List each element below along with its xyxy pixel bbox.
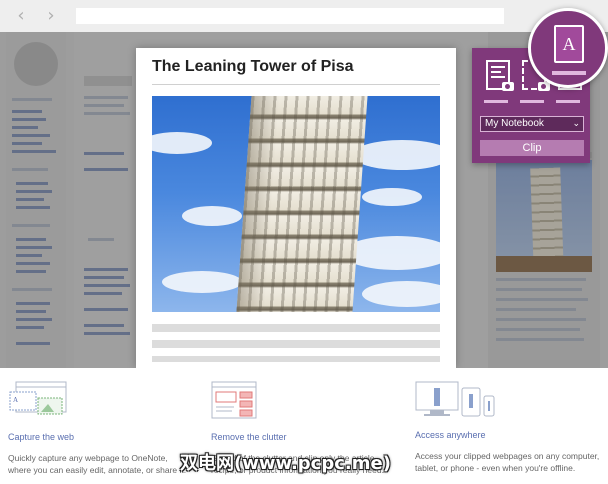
feature-desc-line: Quickly capture any webpage to OneNote, [8,453,168,463]
notebook-select[interactable]: My Notebook ⌄ [480,116,584,132]
watermark-text: 双电网(www.pcpc.me) [180,453,391,474]
feature-desc-line: Access your clipped webpages on any comp… [415,451,600,461]
tower-shape [236,96,368,312]
notebook-icon: A [554,25,584,63]
chevron-right-icon[interactable]: › [42,7,60,25]
svg-text:A: A [13,396,18,404]
placeholder-text-line [152,340,440,348]
clip-preview-title: The Leaning Tower of Pisa [152,58,354,75]
camera-icon [538,82,550,91]
capture-web-icon: A [9,381,67,415]
clip-preview-card: The Leaning Tower of Pisa [136,48,456,368]
clip-button[interactable]: Clip [480,140,584,156]
feature-desc-line: tablet, or phone - even when you're offl… [415,463,576,473]
devices-icon [415,381,495,417]
placeholder-text-line [152,324,440,332]
browser-toolbar: ‹ › [0,0,608,32]
chevron-left-icon[interactable]: ‹ [12,7,30,25]
address-bar[interactable] [76,8,504,24]
leaning-tower-photo [152,96,440,312]
full-page-icon[interactable] [484,58,514,104]
feature-title: Capture the web [8,432,75,442]
notebook-select-value: My Notebook [485,118,544,129]
feature-desc-line: where you can easily edit, annotate, or … [8,465,187,475]
chevron-down-icon: ⌄ [572,119,580,129]
placeholder-text-line [152,356,440,362]
remove-clutter-icon [211,381,257,419]
onenote-clipper-badge[interactable]: A [528,8,608,88]
feature-title: Access anywhere [415,430,486,440]
camera-icon [502,82,514,91]
feature-title: Remove the clutter [211,432,287,442]
divider [152,84,440,85]
